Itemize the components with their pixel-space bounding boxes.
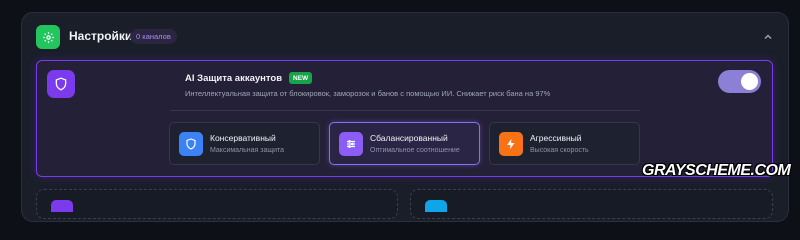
gear-icon (36, 25, 60, 49)
settings-title: Настройки (69, 29, 133, 43)
channels-count-badge: 0 каналов (130, 29, 177, 44)
mode-subtitle: Оптимальное соотношение (370, 147, 460, 154)
ai-protection-title: AI Защита аккаунтов (185, 73, 283, 84)
mode-subtitle: Максимальная защита (210, 147, 285, 154)
card-icon (425, 200, 447, 212)
toggle-knob (741, 73, 758, 90)
mode-balanced-card[interactable]: Сбалансированный Оптимальное соотношение (329, 122, 480, 165)
shield-icon (47, 70, 75, 98)
mode-conservative-card[interactable]: Консервативный Максимальная защита (169, 122, 320, 165)
mode-aggressive-card[interactable]: Агрессивный Высокая скорость (489, 122, 640, 165)
bottom-card-left (36, 189, 398, 219)
mode-subtitle: Высокая скорость (530, 147, 589, 154)
divider (170, 110, 640, 111)
bottom-card-right (410, 189, 773, 219)
watermark: GRAYSCHEME.COM (642, 162, 791, 179)
mode-title: Консервативный (210, 133, 276, 143)
shield-icon (179, 132, 203, 156)
mode-title: Агрессивный (530, 133, 582, 143)
ai-protection-description: Интеллектуальная защита от блокировок, з… (185, 89, 551, 98)
mode-title: Сбалансированный (370, 133, 448, 143)
new-badge: NEW (289, 72, 313, 84)
chevron-up-icon[interactable] (762, 30, 774, 42)
ai-protection-toggle[interactable] (718, 70, 761, 93)
card-icon (51, 200, 73, 212)
sliders-icon (339, 132, 363, 156)
lightning-icon (499, 132, 523, 156)
